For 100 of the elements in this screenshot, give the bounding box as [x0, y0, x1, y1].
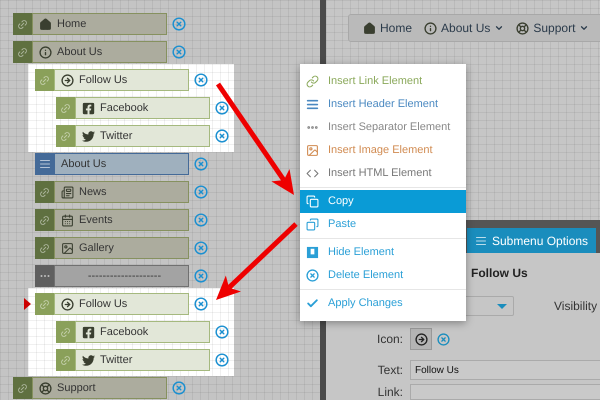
code-icon [306, 167, 319, 180]
field-label: Icon: [376, 331, 403, 348]
item-label: About Us [57, 44, 102, 60]
delete-icon[interactable] [194, 213, 208, 227]
section-heading: Follow Us [471, 265, 529, 282]
menu-item-box[interactable]: Facebook [75, 97, 210, 119]
item-label: Support [57, 380, 96, 396]
lines-icon [38, 158, 50, 170]
nav-link[interactable]: Support [516, 19, 590, 37]
delete-icon[interactable] [172, 381, 186, 395]
delete-icon[interactable] [194, 269, 208, 283]
menu-item-box[interactable]: News [54, 181, 189, 203]
delete-icon[interactable] [215, 101, 229, 115]
nav-link[interactable]: Home [363, 19, 412, 37]
check-icon [306, 297, 319, 310]
image-icon [61, 242, 74, 254]
item-label: Gallery [79, 240, 114, 256]
context-menu-item[interactable]: Hide Element [300, 241, 466, 264]
image-icon [306, 144, 319, 157]
drag-handle[interactable] [35, 209, 54, 231]
context-menu-item[interactable]: Insert Image Element [300, 139, 466, 162]
text-field[interactable]: Follow Us [410, 360, 600, 380]
menu-item-box[interactable]: Follow Us [54, 69, 189, 91]
menu-item-box[interactable]: -------------------- [54, 265, 189, 287]
info-icon [424, 22, 438, 34]
menu-item-box[interactable]: Follow Us [54, 293, 189, 315]
drag-handle[interactable] [35, 69, 54, 91]
bird-icon [82, 130, 95, 142]
delete-icon[interactable] [172, 45, 186, 59]
delete-icon[interactable] [215, 353, 229, 367]
field-label: Text: [376, 362, 403, 379]
hide-icon [306, 246, 319, 259]
newspaper-icon [61, 186, 74, 198]
menu-item-box[interactable]: Events [54, 209, 189, 231]
delete-icon[interactable] [437, 332, 450, 346]
menu-item-box[interactable]: Home [32, 13, 167, 35]
item-label: Home [57, 16, 86, 32]
item-label: Facebook [100, 324, 148, 340]
home-icon [39, 18, 52, 30]
facebook-icon [82, 102, 95, 114]
menu-item-box[interactable]: About Us [32, 41, 167, 63]
context-menu-item[interactable]: Copy [300, 190, 466, 213]
menu-item-box[interactable]: Twitter [75, 349, 210, 371]
drag-handle[interactable] [35, 293, 54, 315]
drag-handle[interactable] [56, 349, 75, 371]
item-label: Twitter [100, 352, 132, 368]
drag-handle[interactable] [56, 321, 75, 343]
context-menu-item[interactable]: Paste [300, 213, 466, 236]
lifebuoy-icon [39, 382, 52, 394]
copy-icon [306, 195, 319, 208]
item-label: -------------------- [88, 268, 162, 284]
item-label: News [79, 184, 107, 200]
nav-link[interactable]: About Us [424, 19, 504, 37]
item-label: Facebook [100, 100, 148, 116]
tab[interactable]: Submenu Options [467, 228, 596, 253]
context-menu-item[interactable]: Delete Element [300, 264, 466, 287]
drag-handle[interactable] [35, 153, 54, 175]
item-label: Follow Us [79, 72, 128, 88]
menu-item-box[interactable]: About Us [54, 153, 189, 175]
menu-item-box[interactable]: Twitter [75, 125, 210, 147]
delete-icon[interactable] [215, 129, 229, 143]
item-label: Events [79, 212, 113, 228]
info-icon [39, 46, 52, 58]
context-menu-item[interactable]: Apply Changes [300, 292, 466, 315]
item-label: About Us [61, 156, 106, 172]
home-icon [363, 22, 376, 34]
list-icon [475, 234, 487, 246]
bird-icon [82, 354, 95, 366]
menu-item-box[interactable]: Facebook [75, 321, 210, 343]
link-icon [306, 75, 319, 88]
field-label: Link: [376, 386, 403, 398]
item-label: Follow Us [79, 296, 128, 312]
calendar-icon [61, 214, 74, 226]
facebook-icon [82, 326, 95, 338]
delete-icon[interactable] [194, 185, 208, 199]
delete-icon[interactable] [194, 297, 208, 311]
drag-handle[interactable] [35, 265, 54, 287]
menu-item-box[interactable]: Support [32, 377, 167, 399]
delete-icon[interactable] [172, 17, 186, 31]
lifebuoy-icon [516, 22, 530, 34]
context-menu-item[interactable]: Insert Separator Element [300, 116, 466, 139]
drag-handle[interactable] [35, 237, 54, 259]
delete-icon[interactable] [215, 325, 229, 339]
drag-handle[interactable] [13, 41, 32, 63]
menu-item-box[interactable]: Gallery [54, 237, 189, 259]
delete-icon[interactable] [194, 73, 208, 87]
drag-handle[interactable] [56, 97, 75, 119]
drag-handle[interactable] [13, 13, 32, 35]
delete-icon [306, 269, 319, 282]
context-menu-item[interactable]: Insert HTML Element [300, 162, 466, 185]
drag-handle[interactable] [13, 377, 32, 399]
delete-icon[interactable] [194, 241, 208, 255]
item-label: Twitter [100, 128, 132, 144]
context-menu-item[interactable]: Insert Header Element [300, 93, 466, 116]
lines-icon [306, 98, 319, 111]
drag-handle[interactable] [56, 125, 75, 147]
icon-picker-button[interactable] [410, 328, 432, 350]
link-field[interactable] [410, 384, 600, 400]
drag-handle[interactable] [35, 181, 54, 203]
delete-icon[interactable] [194, 157, 208, 171]
